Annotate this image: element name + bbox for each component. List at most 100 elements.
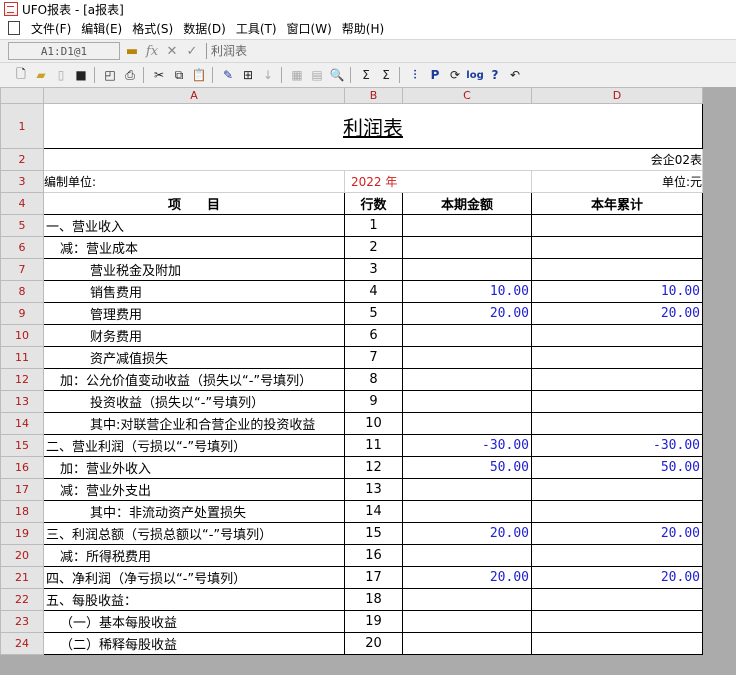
open-icon[interactable]: ▰ bbox=[32, 66, 50, 84]
current-amount-cell[interactable] bbox=[402, 632, 532, 655]
item-cell[interactable]: 二、营业利润（亏损以“-”号填列） bbox=[43, 434, 345, 457]
item-cell[interactable]: 加：营业外收入 bbox=[43, 456, 345, 479]
ytd-amount-cell[interactable] bbox=[531, 324, 703, 347]
formula-content[interactable]: 利润表 bbox=[206, 43, 247, 59]
form-code[interactable]: 会企02表 bbox=[43, 148, 703, 171]
insert-icon[interactable]: ⊞ bbox=[239, 66, 257, 84]
line-number-cell[interactable]: 12 bbox=[344, 456, 403, 479]
item-cell[interactable]: 减：所得税费用 bbox=[43, 544, 345, 567]
line-number-cell[interactable]: 18 bbox=[344, 588, 403, 611]
item-cell[interactable]: （一）基本每股收益 bbox=[43, 610, 345, 633]
year-text[interactable]: 2022 年 bbox=[344, 170, 532, 193]
row-header[interactable]: 22 bbox=[0, 588, 44, 611]
new-icon[interactable]: 🗋 bbox=[12, 66, 30, 84]
current-amount-cell[interactable] bbox=[402, 214, 532, 237]
find-icon[interactable]: 🔍 bbox=[328, 66, 346, 84]
line-number-cell[interactable]: 13 bbox=[344, 478, 403, 501]
item-cell[interactable]: 其中:对联营企业和合营企业的投资收益 bbox=[43, 412, 345, 435]
document-icon[interactable] bbox=[8, 21, 20, 35]
print-preview-icon[interactable]: ◰ bbox=[101, 66, 119, 84]
item-cell[interactable]: 减：营业外支出 bbox=[43, 478, 345, 501]
line-number-cell[interactable]: 6 bbox=[344, 324, 403, 347]
line-number-cell[interactable]: 11 bbox=[344, 434, 403, 457]
item-cell[interactable]: 四、净利润（净亏损以“-”号填列） bbox=[43, 566, 345, 589]
row-header[interactable]: 18 bbox=[0, 500, 44, 523]
ytd-amount-cell[interactable] bbox=[531, 412, 703, 435]
column-header-d[interactable]: D bbox=[531, 87, 703, 104]
row-header[interactable]: 6 bbox=[0, 236, 44, 259]
line-number-cell[interactable]: 7 bbox=[344, 346, 403, 369]
ytd-amount-cell[interactable] bbox=[531, 390, 703, 413]
menu-help[interactable]: 帮助(H) bbox=[337, 20, 389, 37]
ytd-amount-cell[interactable]: 20.00 bbox=[531, 566, 703, 589]
header-ytd[interactable]: 本年累计 bbox=[531, 192, 703, 215]
group-icon[interactable]: ▤ bbox=[308, 66, 326, 84]
ytd-amount-cell[interactable] bbox=[531, 346, 703, 369]
current-amount-cell[interactable] bbox=[402, 478, 532, 501]
copy-icon[interactable]: ⧉ bbox=[170, 66, 188, 84]
chart-icon[interactable]: ⫶ bbox=[406, 66, 424, 84]
row-header[interactable]: 19 bbox=[0, 522, 44, 545]
ytd-amount-cell[interactable] bbox=[531, 632, 703, 655]
ytd-amount-cell[interactable]: 50.00 bbox=[531, 456, 703, 479]
ytd-amount-cell[interactable] bbox=[531, 236, 703, 259]
current-amount-cell[interactable] bbox=[402, 390, 532, 413]
line-number-cell[interactable]: 16 bbox=[344, 544, 403, 567]
row-header[interactable]: 17 bbox=[0, 478, 44, 501]
sum-range-icon[interactable]: Σ bbox=[377, 66, 395, 84]
item-cell[interactable]: 资产减值损失 bbox=[43, 346, 345, 369]
row-header[interactable]: 3 bbox=[0, 170, 44, 193]
header-current[interactable]: 本期金额 bbox=[402, 192, 532, 215]
row-header[interactable]: 23 bbox=[0, 610, 44, 633]
item-cell[interactable]: 一、营业收入 bbox=[43, 214, 345, 237]
blank-icon[interactable]: ▯ bbox=[52, 66, 70, 84]
line-number-cell[interactable]: 14 bbox=[344, 500, 403, 523]
row-header[interactable]: 13 bbox=[0, 390, 44, 413]
sort-icon[interactable]: ↓ bbox=[259, 66, 277, 84]
line-number-cell[interactable]: 19 bbox=[344, 610, 403, 633]
line-number-cell[interactable]: 15 bbox=[344, 522, 403, 545]
line-number-cell[interactable]: 1 bbox=[344, 214, 403, 237]
ytd-amount-cell[interactable] bbox=[531, 368, 703, 391]
ytd-amount-cell[interactable]: 20.00 bbox=[531, 522, 703, 545]
row-header[interactable]: 11 bbox=[0, 346, 44, 369]
line-number-cell[interactable]: 3 bbox=[344, 258, 403, 281]
ytd-amount-cell[interactable] bbox=[531, 610, 703, 633]
item-cell[interactable]: 五、每股收益： bbox=[43, 588, 345, 611]
format-painter-icon[interactable]: ✎ bbox=[219, 66, 237, 84]
line-number-cell[interactable]: 4 bbox=[344, 280, 403, 303]
refresh-icon[interactable]: ⟳ bbox=[446, 66, 464, 84]
row-header[interactable]: 15 bbox=[0, 434, 44, 457]
item-cell[interactable]: 财务费用 bbox=[43, 324, 345, 347]
undo-icon[interactable]: ↶ bbox=[506, 66, 524, 84]
row-header[interactable]: 16 bbox=[0, 456, 44, 479]
row-header[interactable]: 9 bbox=[0, 302, 44, 325]
save-icon[interactable]: ■ bbox=[72, 66, 90, 84]
cut-icon[interactable]: ✂ bbox=[150, 66, 168, 84]
current-amount-cell[interactable] bbox=[402, 588, 532, 611]
ytd-amount-cell[interactable] bbox=[531, 544, 703, 567]
current-amount-cell[interactable]: 20.00 bbox=[402, 302, 532, 325]
current-amount-cell[interactable]: -30.00 bbox=[402, 434, 532, 457]
row-header[interactable]: 12 bbox=[0, 368, 44, 391]
column-header-c[interactable]: C bbox=[402, 87, 532, 104]
item-cell[interactable]: 其中：非流动资产处置损失 bbox=[43, 500, 345, 523]
current-amount-cell[interactable] bbox=[402, 258, 532, 281]
line-number-cell[interactable]: 2 bbox=[344, 236, 403, 259]
menu-tools[interactable]: 工具(T) bbox=[231, 20, 282, 37]
current-amount-cell[interactable]: 50.00 bbox=[402, 456, 532, 479]
current-amount-cell[interactable] bbox=[402, 346, 532, 369]
line-number-cell[interactable]: 8 bbox=[344, 368, 403, 391]
header-line[interactable]: 行数 bbox=[344, 192, 403, 215]
confirm-icon[interactable]: ✓ bbox=[184, 43, 200, 59]
ytd-amount-cell[interactable]: 10.00 bbox=[531, 280, 703, 303]
ytd-amount-cell[interactable]: 20.00 bbox=[531, 302, 703, 325]
help-icon[interactable]: ? bbox=[486, 66, 504, 84]
menu-edit[interactable]: 编辑(E) bbox=[76, 20, 127, 37]
ytd-amount-cell[interactable]: -30.00 bbox=[531, 434, 703, 457]
row-header[interactable]: 20 bbox=[0, 544, 44, 567]
row-header[interactable]: 21 bbox=[0, 566, 44, 589]
ytd-amount-cell[interactable] bbox=[531, 588, 703, 611]
paste-icon[interactable]: 📋 bbox=[190, 66, 208, 84]
line-number-cell[interactable]: 20 bbox=[344, 632, 403, 655]
